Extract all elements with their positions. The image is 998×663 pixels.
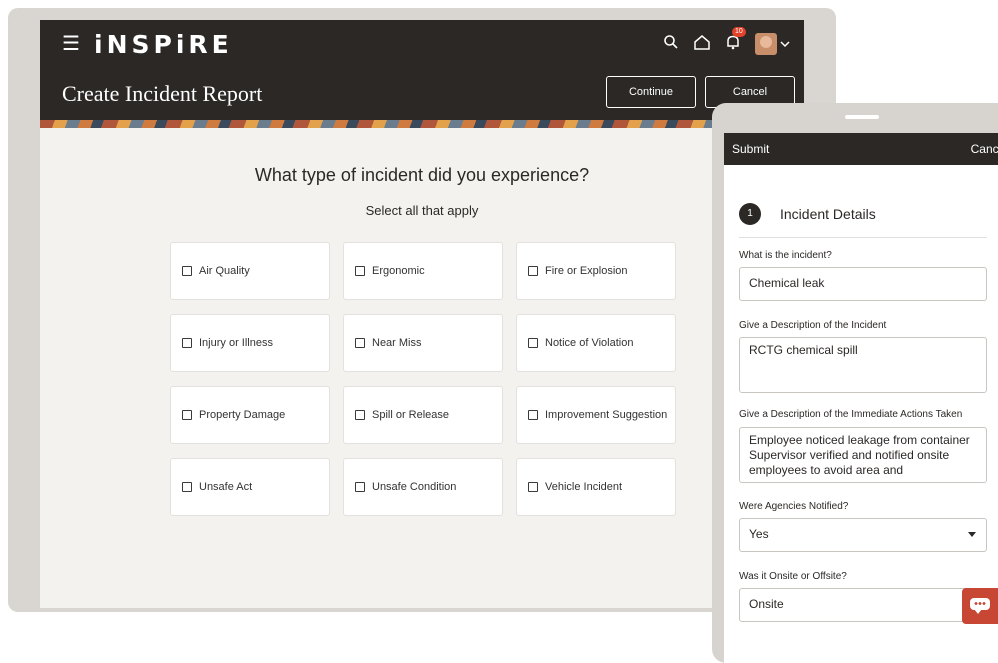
incident-option-spill-or-release[interactable]: Spill or Release xyxy=(343,386,503,444)
chat-button[interactable] xyxy=(962,588,998,624)
incident-option-fire-or-explosion[interactable]: Fire or Explosion xyxy=(516,242,676,300)
option-label: Notice of Violation xyxy=(545,337,634,349)
incident-input[interactable]: Chemical leak xyxy=(739,267,987,301)
select-all-instruction: Select all that apply xyxy=(365,203,479,218)
agencies-selected-value: Yes xyxy=(749,527,769,541)
brand-logo: iNSPiRE xyxy=(94,30,233,59)
checkbox[interactable] xyxy=(528,410,538,420)
incident-option-notice-of-violation[interactable]: Notice of Violation xyxy=(516,314,676,372)
option-label: Spill or Release xyxy=(372,409,450,421)
phone-speaker xyxy=(845,115,879,119)
avatar[interactable] xyxy=(755,33,777,55)
location-field-label: Was it Onsite or Offsite? xyxy=(739,571,847,582)
header-icons: 10 xyxy=(663,26,790,58)
page-title: Create Incident Report xyxy=(62,81,263,106)
checkbox[interactable] xyxy=(528,482,538,492)
user-menu[interactable] xyxy=(755,33,790,55)
divider xyxy=(739,237,987,238)
option-label: Air Quality xyxy=(199,265,250,277)
option-label: Fire or Explosion xyxy=(545,265,628,277)
location-input[interactable]: Onsite xyxy=(739,588,987,622)
notifications-icon[interactable]: 10 xyxy=(725,26,746,55)
phone-frame: Submit Cancel 1 Incident Details What is… xyxy=(712,103,998,663)
section-title: Incident Details xyxy=(780,206,876,222)
checkbox[interactable] xyxy=(182,266,192,276)
incident-option-property-damage[interactable]: Property Damage xyxy=(170,386,330,444)
app-header: ☰ iNSPiRE 10 Create Incident Report Cont… xyxy=(40,20,804,120)
option-label: Near Miss xyxy=(372,337,422,349)
continue-button[interactable]: Continue xyxy=(606,76,696,108)
mobile-cancel-button[interactable]: Cancel xyxy=(971,142,998,156)
checkbox[interactable] xyxy=(182,482,192,492)
checkbox[interactable] xyxy=(355,266,365,276)
incident-option-near-miss[interactable]: Near Miss xyxy=(343,314,503,372)
incident-type-grid: Air Quality Ergonomic Fire or Explosion … xyxy=(170,242,676,516)
checkbox[interactable] xyxy=(355,338,365,348)
home-icon[interactable] xyxy=(693,34,711,55)
incident-option-unsafe-condition[interactable]: Unsafe Condition xyxy=(343,458,503,516)
tablet-screen: ☰ iNSPiRE 10 Create Incident Report Cont… xyxy=(40,20,804,608)
immediate-actions-textarea[interactable]: Employee noticed leakage from container … xyxy=(739,427,987,483)
agencies-select[interactable]: Yes xyxy=(739,518,987,552)
incident-option-unsafe-act[interactable]: Unsafe Act xyxy=(170,458,330,516)
search-icon[interactable] xyxy=(663,34,679,55)
incident-option-injury-or-illness[interactable]: Injury or Illness xyxy=(170,314,330,372)
dropdown-caret-icon xyxy=(968,532,976,537)
checkbox[interactable] xyxy=(355,482,365,492)
mobile-header: Submit Cancel xyxy=(724,133,998,165)
option-label: Unsafe Act xyxy=(199,481,253,493)
description-textarea[interactable]: RCTG chemical spill xyxy=(739,337,987,393)
agencies-field-label: Were Agencies Notified? xyxy=(739,501,849,512)
header-pattern-strip xyxy=(40,120,804,128)
option-label: Vehicle Incident xyxy=(545,481,623,493)
chat-dots xyxy=(974,602,986,605)
option-label: Improvement Suggestion xyxy=(545,409,668,421)
option-label: Ergonomic xyxy=(372,265,425,277)
checkbox[interactable] xyxy=(182,410,192,420)
checkbox[interactable] xyxy=(528,338,538,348)
mobile-submit-button[interactable]: Submit xyxy=(732,142,769,156)
option-label: Unsafe Condition xyxy=(372,481,457,493)
incident-option-improvement-suggestion[interactable]: Improvement Suggestion xyxy=(516,386,676,444)
incident-option-ergonomic[interactable]: Ergonomic xyxy=(343,242,503,300)
chevron-down-icon[interactable] xyxy=(780,40,790,48)
incident-type-question: What type of incident did you experience… xyxy=(254,165,590,185)
incident-option-vehicle-incident[interactable]: Vehicle Incident xyxy=(516,458,676,516)
menu-icon[interactable]: ☰ xyxy=(62,34,80,54)
incident-option-air-quality[interactable]: Air Quality xyxy=(170,242,330,300)
step-number-badge: 1 xyxy=(739,203,761,225)
immediate-actions-field-label: Give a Description of the Immediate Acti… xyxy=(739,409,963,420)
checkbox[interactable] xyxy=(355,410,365,420)
checkbox[interactable] xyxy=(528,266,538,276)
option-label: Injury or Illness xyxy=(199,337,273,349)
incident-field-label: What is the incident? xyxy=(739,250,832,261)
notification-badge: 10 xyxy=(732,26,746,37)
option-label: Property Damage xyxy=(199,409,286,421)
description-field-label: Give a Description of the Incident xyxy=(739,320,887,331)
checkbox[interactable] xyxy=(182,338,192,348)
phone-screen: Submit Cancel 1 Incident Details What is… xyxy=(724,133,998,663)
